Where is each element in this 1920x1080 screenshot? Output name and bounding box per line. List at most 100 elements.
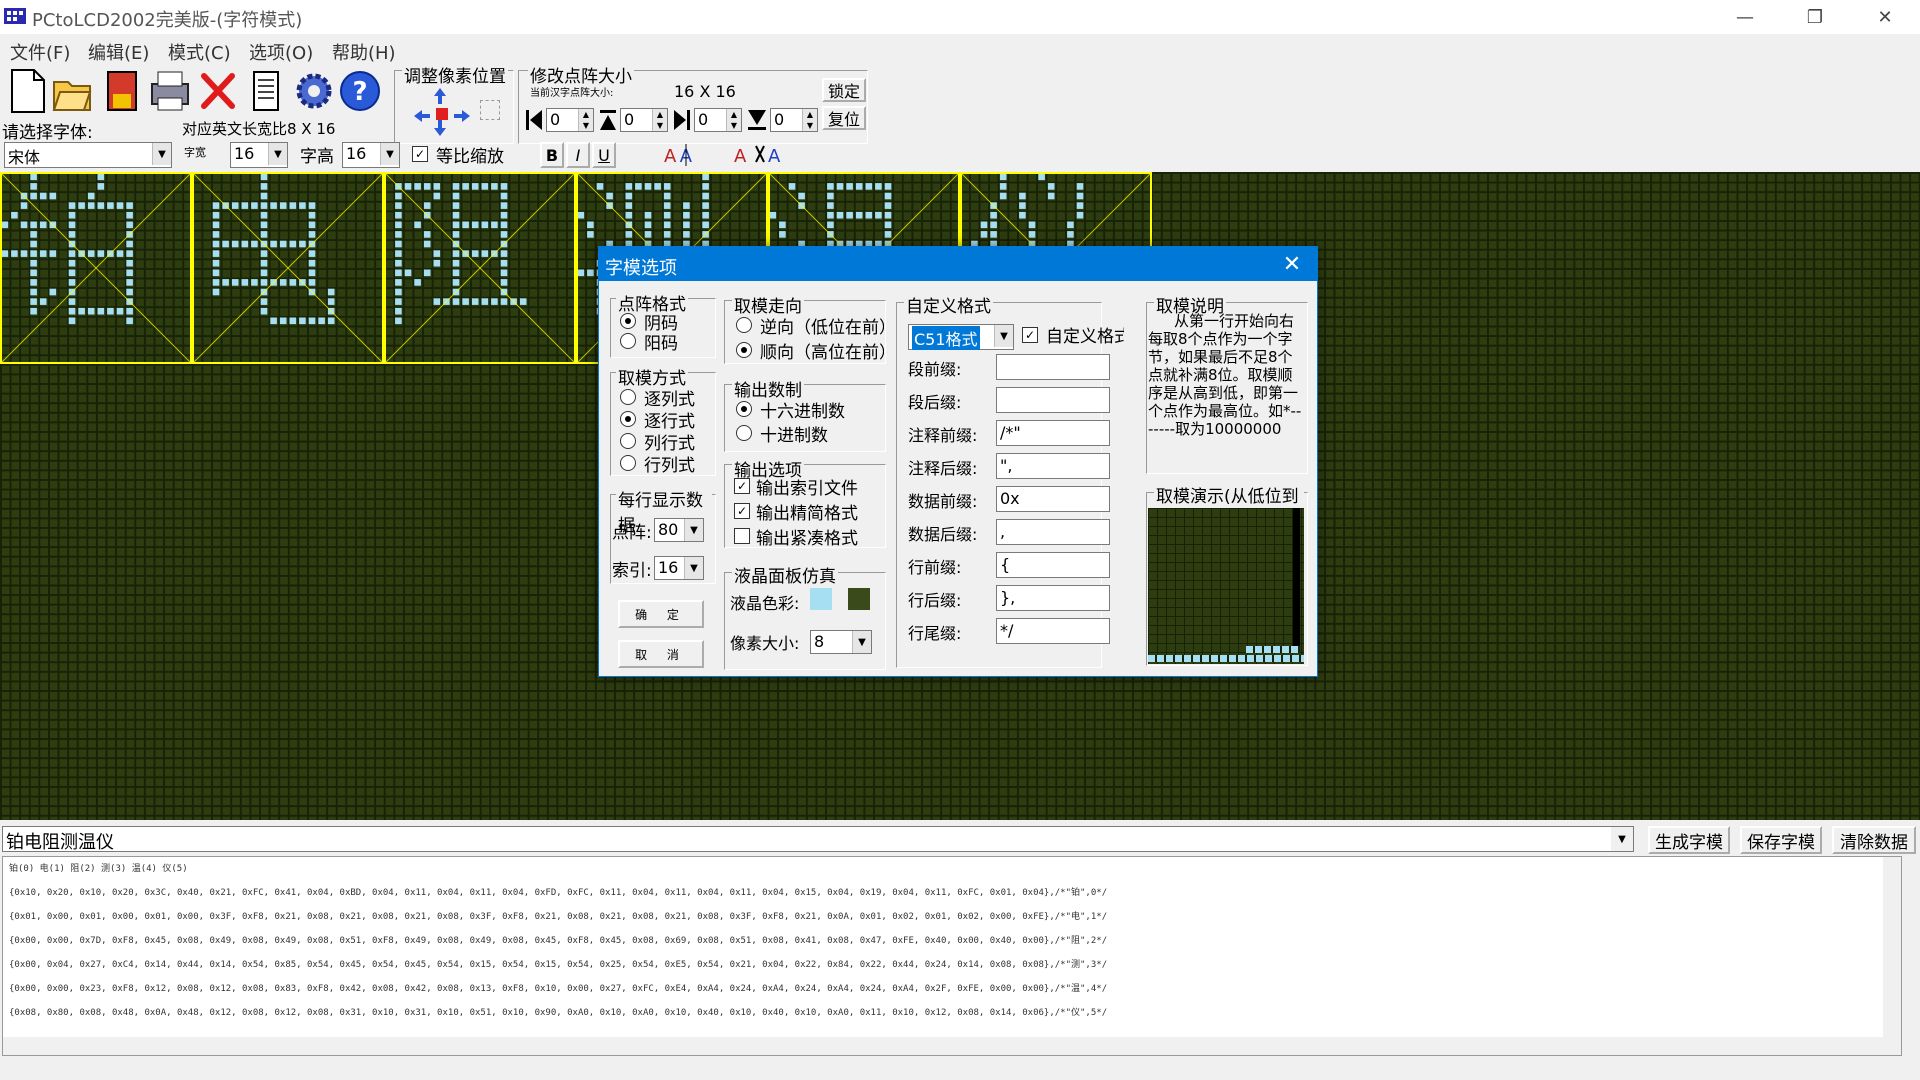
glyph-pixel	[491, 221, 498, 229]
compact-format-checkbox[interactable]: ✓	[734, 503, 750, 519]
dialog-close-icon[interactable]: ✕	[1267, 247, 1317, 281]
dot-count-select[interactable]: 80 ▼	[654, 518, 704, 542]
top-offset-spin[interactable]: 0 ▲ ▼	[620, 108, 668, 132]
segment-prefix-input[interactable]	[996, 354, 1110, 380]
pixel-center-icon[interactable]	[480, 100, 500, 120]
text-input[interactable]: 铂电阻测温仪 ▼	[2, 826, 1634, 853]
vertical-scrollbar[interactable]	[1883, 857, 1901, 1055]
bottom-offset-spin[interactable]: 0 ▲ ▼	[770, 108, 818, 132]
glyph-pixel	[500, 231, 508, 238]
radix-radio-hex[interactable]	[736, 401, 752, 417]
direction-radio-forward[interactable]	[736, 342, 752, 358]
cancel-button[interactable]: 取 消	[618, 640, 704, 668]
proportional-checkbox[interactable]: ✓	[412, 146, 428, 162]
glyph-pixel	[87, 202, 95, 209]
glyph-pixel	[462, 183, 469, 190]
ok-button[interactable]: 确 定	[618, 600, 704, 628]
glyph-pixel	[289, 202, 297, 209]
output-line: {0x01, 0x00, 0x01, 0x00, 0x01, 0x00, 0x3…	[9, 912, 1108, 922]
restore-button[interactable]: ❐	[1780, 0, 1850, 34]
chevron-down-icon: ▼	[684, 519, 703, 541]
dot-format-radio-negative[interactable]	[620, 313, 636, 329]
glyph-pixel	[1, 250, 9, 257]
output-text-area[interactable]: 铂(0) 电(1) 阻(2) 测(3) 温(4) 仪(5) {0x10, 0x2…	[2, 856, 1902, 1056]
glyph-pixel	[212, 279, 220, 286]
delete-icon[interactable]	[196, 66, 240, 116]
char-height-select[interactable]: 16 ▼	[342, 142, 400, 168]
chevron-down-icon: ▼	[152, 143, 171, 165]
lock-button[interactable]: 锁定	[822, 78, 866, 102]
open-file-icon[interactable]	[50, 66, 94, 116]
generate-button[interactable]: 生成字模	[1648, 826, 1730, 854]
chevron-down-icon[interactable]: ▼	[1611, 827, 1633, 851]
segment-suffix-input[interactable]	[996, 387, 1110, 413]
glyph-pixel	[126, 259, 133, 267]
save-font-button[interactable]: 保存字模	[1740, 826, 1822, 854]
mirror-horizontal-icon[interactable]: AA	[660, 142, 716, 168]
dot-format-radio-positive[interactable]	[620, 333, 636, 349]
radix-radio-dec[interactable]	[736, 425, 752, 441]
glyph-pixel	[644, 211, 652, 219]
data-prefix-input[interactable]: 0x	[996, 486, 1110, 512]
lcd-color-label: 液晶色彩:	[730, 594, 800, 613]
direction-radio-reverse[interactable]	[736, 317, 752, 333]
menu-help[interactable]: 帮助(H)	[332, 39, 396, 65]
glyph-pixel	[30, 240, 37, 248]
lcd-background-swatch[interactable]	[848, 588, 870, 610]
scan-radio-row[interactable]	[620, 411, 636, 427]
scan-radio-column-row[interactable]	[620, 433, 636, 449]
document-icon[interactable]	[244, 66, 288, 116]
menu-edit[interactable]: 编辑(E)	[88, 39, 149, 65]
horizontal-scrollbar[interactable]	[3, 1037, 1883, 1055]
close-button[interactable]: ✕	[1850, 0, 1920, 34]
scan-radio-column[interactable]	[620, 389, 636, 405]
glyph-pixel	[663, 231, 671, 238]
glyph-pixel	[222, 240, 229, 248]
glyph-pixel	[260, 307, 268, 315]
glyph-pixel	[481, 221, 489, 229]
left-offset-spin[interactable]: 0 ▲ ▼	[546, 108, 594, 132]
mirror-vertical-icon[interactable]: AA	[730, 142, 786, 168]
clear-data-button[interactable]: 清除数据	[1832, 826, 1916, 854]
data-suffix-input[interactable]: ,	[996, 519, 1110, 545]
line-prefix-input[interactable]: {	[996, 552, 1110, 578]
pixel-size-select[interactable]: 8 ▼	[810, 630, 872, 654]
index-file-checkbox[interactable]: ✓	[734, 478, 750, 494]
glyph-pixel	[30, 231, 37, 238]
minimize-button[interactable]: —	[1710, 0, 1780, 34]
pixel-shift-arrows-icon[interactable]	[412, 86, 472, 138]
glyph-pixel	[212, 240, 220, 248]
italic-button[interactable]: I	[566, 142, 590, 168]
glyph-pixel	[126, 307, 133, 315]
right-offset-spin[interactable]: 0 ▲ ▼	[694, 108, 742, 132]
font-select[interactable]: 宋体 ▼	[4, 142, 172, 168]
char-width-select[interactable]: 16 ▼	[230, 142, 288, 168]
menu-mode[interactable]: 模式(C)	[168, 39, 231, 65]
line-end-input[interactable]: */	[996, 618, 1110, 644]
save-icon[interactable]	[100, 66, 144, 116]
scan-radio-row-column[interactable]	[620, 455, 636, 471]
format-select[interactable]: C51格式 ▼	[908, 324, 1014, 350]
line-suffix-input[interactable]: },	[996, 585, 1110, 611]
help-icon[interactable]: ?	[338, 66, 382, 116]
glyph-pixel	[260, 192, 268, 200]
glyph-pixel	[433, 259, 441, 267]
print-icon[interactable]	[148, 66, 192, 116]
menu-options[interactable]: 选项(O)	[249, 39, 313, 65]
menu-file[interactable]: 文件(F)	[10, 39, 70, 65]
comment-suffix-input[interactable]: ",	[996, 453, 1110, 479]
glyph-pixel	[260, 231, 268, 238]
index-count-select[interactable]: 16 ▼	[654, 556, 704, 580]
settings-gear-icon[interactable]	[292, 66, 336, 116]
underline-button[interactable]: U	[592, 142, 616, 168]
reset-button[interactable]: 复位	[822, 106, 866, 130]
new-file-icon[interactable]	[6, 66, 50, 116]
tight-format-checkbox[interactable]	[734, 528, 750, 544]
glyph-pixel	[1076, 211, 1084, 219]
lcd-foreground-swatch[interactable]	[810, 588, 832, 610]
input-row: 铂电阻测温仪 ▼ 生成字模 保存字模 清除数据	[0, 826, 1920, 858]
glyph-pixel	[68, 269, 76, 277]
custom-format-checkbox[interactable]: ✓	[1022, 327, 1038, 343]
comment-prefix-input[interactable]: /*"	[996, 420, 1110, 446]
bold-button[interactable]: B	[540, 142, 564, 168]
